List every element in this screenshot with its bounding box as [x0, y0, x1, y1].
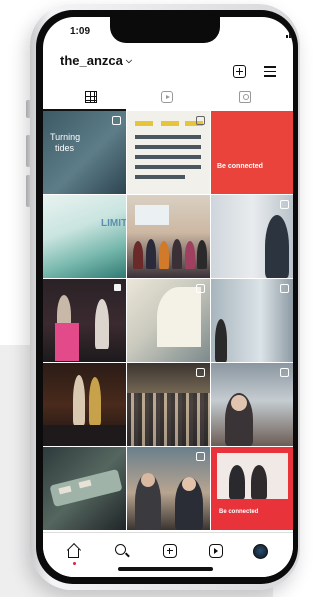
post-tile[interactable]: LIMIT	[43, 195, 126, 278]
face	[182, 477, 196, 491]
post-tile[interactable]	[127, 363, 210, 446]
home-icon[interactable]	[67, 544, 81, 558]
post-caption: LIMIT	[101, 218, 126, 229]
lectern	[55, 323, 79, 361]
decor-panel	[157, 287, 201, 347]
reel-badge-icon	[280, 200, 289, 209]
reel-badge-icon	[196, 284, 205, 293]
post-tile[interactable]: Be connected	[211, 447, 293, 530]
reel-badge-icon	[196, 452, 205, 461]
post-tile[interactable]	[43, 447, 126, 530]
tagged-tab-icon[interactable]	[239, 91, 251, 103]
create-icon[interactable]	[233, 65, 246, 78]
reel-badge-icon	[280, 368, 289, 377]
reel-badge-icon	[196, 116, 205, 125]
signal-icon	[286, 28, 293, 38]
post-tile[interactable]	[127, 279, 210, 362]
reel-badge-icon	[112, 116, 121, 125]
post-tile[interactable]	[43, 363, 126, 446]
profile-tabs	[43, 85, 293, 111]
audience	[127, 393, 210, 446]
grid-tab-icon[interactable]	[85, 91, 97, 103]
menu-icon[interactable]	[264, 66, 276, 80]
profile-avatar[interactable]	[253, 544, 268, 559]
projection-screen	[135, 205, 169, 225]
search-icon[interactable]	[115, 544, 129, 558]
multi-post-icon	[114, 284, 121, 291]
post-caption: Be connected	[217, 163, 263, 170]
stage-edge	[43, 425, 126, 446]
post-tile[interactable]: Turning tides	[43, 111, 126, 194]
status-time: 1:09	[70, 26, 91, 37]
posts-grid: Turning tides Be connected LIMIT Be conn…	[43, 111, 293, 530]
post-tile[interactable]	[43, 279, 126, 362]
post-caption: tides	[55, 143, 75, 153]
reel-badge-icon	[280, 284, 289, 293]
phone-notch	[110, 17, 220, 43]
chevron-down-icon: ⌵	[125, 56, 132, 65]
post-tile[interactable]	[127, 447, 210, 530]
post-tile[interactable]	[127, 195, 210, 278]
profile-username[interactable]: the_anzca ⌵	[60, 53, 132, 68]
create-post-icon[interactable]	[163, 544, 177, 558]
face	[231, 395, 247, 411]
post-tile[interactable]: Be connected	[211, 111, 293, 194]
post-caption: Be connected	[219, 509, 259, 515]
home-indicator	[118, 567, 213, 571]
post-caption: Turning	[50, 132, 81, 142]
post-tile[interactable]	[127, 111, 210, 194]
post-tile[interactable]	[211, 363, 293, 446]
reel-badge-icon	[196, 368, 205, 377]
status-icons	[286, 28, 293, 38]
face	[141, 473, 155, 487]
post-tile[interactable]	[211, 195, 293, 278]
notification-dot	[73, 562, 76, 565]
reels-icon[interactable]	[209, 544, 223, 558]
username-text: the_anzca	[60, 53, 123, 68]
phone-screen: 1:09 the_anzca ⌵ Turning tides Be connect…	[43, 17, 293, 577]
post-tile[interactable]	[211, 279, 293, 362]
reels-tab-icon[interactable]	[161, 91, 173, 103]
